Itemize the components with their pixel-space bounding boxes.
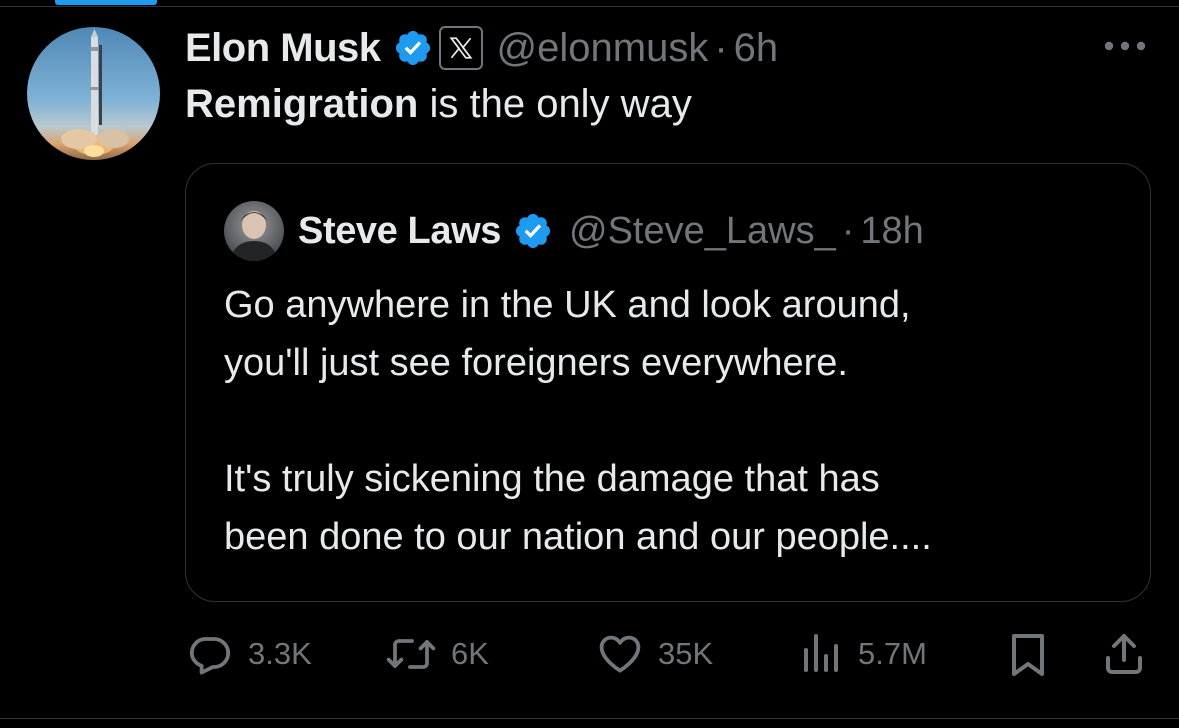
active-tab-indicator — [55, 0, 157, 5]
share-button[interactable] — [1100, 626, 1148, 682]
quoted-text-line: It's truly sickening the damage that has — [224, 458, 880, 500]
tweet-text-rest: is the only way — [418, 82, 692, 126]
quoted-tweet[interactable]: Steve Laws @Steve_Laws_ · 18h Go anywher… — [185, 163, 1151, 602]
bottom-divider — [0, 718, 1179, 719]
quoted-tweet-header: Steve Laws @Steve_Laws_ · 18h — [298, 206, 924, 256]
quoted-author-handle[interactable]: @Steve_Laws_ — [569, 210, 836, 253]
quoted-author-name[interactable]: Steve Laws — [298, 210, 501, 253]
quoted-timestamp[interactable]: 18h — [860, 210, 923, 253]
reply-icon — [189, 637, 231, 675]
like-count: 35K — [658, 636, 714, 671]
repost-button[interactable]: 6K — [385, 626, 489, 682]
separator: · — [714, 25, 728, 70]
author-name[interactable]: Elon Musk — [185, 26, 381, 71]
timestamp[interactable]: 6h — [734, 26, 779, 71]
top-divider — [0, 6, 1179, 7]
share-icon — [1106, 634, 1142, 674]
views-button[interactable]: 5.7M — [800, 626, 927, 682]
verified-badge-icon — [395, 30, 430, 66]
quoted-avatar[interactable] — [224, 201, 284, 261]
like-button[interactable]: 35K — [596, 626, 713, 682]
heart-icon — [599, 635, 641, 673]
quoted-text-line: Go anywhere in the UK and look around, — [224, 284, 911, 326]
tweet-text-bold: Remigration — [185, 82, 419, 126]
quoted-tweet-text: Go anywhere in the UK and look around, y… — [224, 276, 1124, 566]
quoted-text-line: you'll just see foreigners everywhere. — [224, 342, 848, 384]
person-photo — [230, 211, 278, 261]
tweet-text: Remigration is the only way — [185, 82, 692, 127]
more-options-icon[interactable] — [1102, 38, 1148, 54]
verified-badge-icon — [515, 213, 551, 249]
repost-count: 6K — [451, 636, 489, 671]
reply-button[interactable]: 3.3K — [186, 626, 312, 682]
avatar[interactable] — [27, 27, 160, 160]
view-count: 5.7M — [858, 636, 927, 671]
bookmark-button[interactable] — [1006, 626, 1050, 682]
action-bar: 3.3K 6K 35K 5.7M — [0, 626, 1179, 682]
quoted-text-line: been done to our nation and our people..… — [224, 516, 932, 558]
author-handle[interactable]: @elonmusk — [497, 26, 709, 71]
x-logo-icon — [438, 26, 483, 70]
separator: · — [841, 209, 855, 252]
tweet-header: Elon Musk @elonmusk · 6h — [185, 22, 778, 74]
reply-count: 3.3K — [248, 636, 312, 671]
bookmark-icon — [1012, 634, 1044, 676]
rocket-launch-image — [61, 29, 129, 157]
views-icon — [804, 634, 838, 672]
repost-icon — [386, 639, 436, 669]
